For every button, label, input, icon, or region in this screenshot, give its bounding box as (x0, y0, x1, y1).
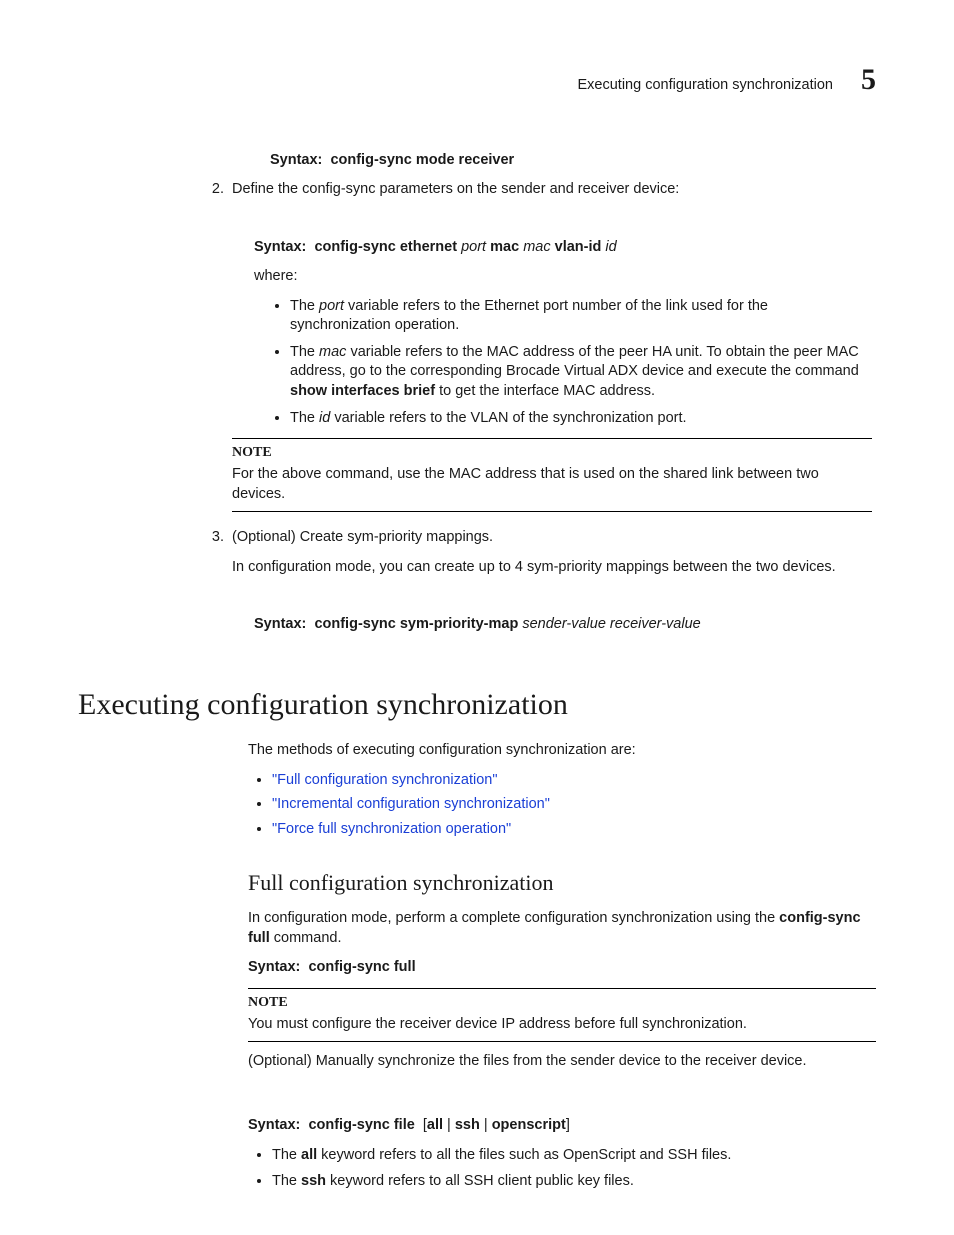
syntax-var: port (461, 239, 486, 255)
syntax-cmd: vlan-id (555, 239, 602, 255)
bullet-ssh: The ssh keyword refers to all SSH client… (272, 1172, 876, 1192)
text: The (290, 298, 319, 314)
full-sync-para: In configuration mode, perform a complet… (248, 909, 876, 948)
step-text: (Optional) Create sym-priority mappings. (232, 528, 872, 548)
text: variable refers to the Ethernet port num… (290, 298, 768, 334)
syntax-vars: sender-value receiver-value (522, 616, 700, 632)
text: The (272, 1147, 301, 1163)
section-body: The methods of executing configuration s… (248, 741, 876, 1191)
bullet-id: The id variable refers to the VLAN of th… (290, 409, 872, 429)
var-name: id (319, 410, 330, 426)
body-content: Syntax: config-sync mode receiver Define… (78, 151, 876, 635)
page: Executing configuration synchronization … (0, 0, 954, 1235)
text: The (290, 410, 319, 426)
list-item: "Full configuration synchronization" (272, 771, 876, 791)
keyword: ssh (301, 1173, 326, 1189)
text: The (290, 344, 319, 360)
command-name: show interfaces brief (290, 383, 435, 399)
link-force-full-sync[interactable]: "Force full synchronization operation" (272, 821, 511, 837)
text: variable refers to the MAC address of th… (290, 344, 859, 380)
bullet-port: The port variable refers to the Ethernet… (290, 297, 872, 336)
syntax-command: config-sync mode receiver (330, 152, 514, 168)
syntax-var: id (605, 239, 616, 255)
syntax-cmd: config-sync full (308, 959, 415, 975)
syntax-label: Syntax: (248, 959, 300, 975)
step-3: (Optional) Create sym-priority mappings.… (228, 528, 872, 635)
syntax-cmd: config-sync ethernet (314, 239, 457, 255)
optional-sync-text: (Optional) Manually synchronize the file… (248, 1052, 876, 1072)
where-bullets: The port variable refers to the Ethernet… (232, 297, 872, 428)
var-name: mac (319, 344, 346, 360)
subsection-heading: Full configuration synchronization (78, 868, 876, 898)
text: keyword refers to all SSH client public … (326, 1173, 634, 1189)
note-title: NOTE (248, 994, 876, 1013)
text: to get the interface MAC address. (435, 383, 655, 399)
step-text: In configuration mode, you can create up… (232, 558, 872, 578)
text: variable refers to the VLAN of the synch… (330, 410, 686, 426)
bullet-mac: The mac variable refers to the MAC addre… (290, 343, 872, 402)
link-full-sync[interactable]: "Full configuration synchronization" (272, 772, 498, 788)
running-header: Executing configuration synchronization … (78, 60, 876, 101)
syntax-label: Syntax: (254, 239, 306, 255)
step-2: Define the config-sync parameters on the… (228, 180, 872, 512)
var-name: port (319, 298, 344, 314)
text: keyword refers to all the files such as … (317, 1147, 731, 1163)
syntax-label: Syntax: (254, 616, 306, 632)
note-body: For the above command, use the MAC addre… (232, 465, 872, 504)
syntax-label: Syntax: (248, 1117, 300, 1133)
syntax-options: [all | ssh | openscript] (419, 1117, 570, 1133)
note-body: You must configure the receiver device I… (248, 1015, 876, 1035)
syntax-cmd: config-sync sym-priority-map (314, 616, 518, 632)
section-heading: Executing configuration synchronization (78, 685, 876, 726)
steps-list: Define the config-sync parameters on the… (248, 180, 872, 635)
note-title: NOTE (232, 444, 872, 463)
note-block: NOTE For the above command, use the MAC … (232, 438, 872, 512)
syntax-sym-priority: Syntax: config-sync sym-priority-map sen… (254, 615, 872, 635)
text: The (272, 1173, 301, 1189)
text: In configuration mode, perform a complet… (248, 910, 779, 926)
step-text: Define the config-sync parameters on the… (232, 180, 872, 200)
syntax-cmd: config-sync file (308, 1117, 414, 1133)
note-block: NOTE You must configure the receiver dev… (248, 988, 876, 1042)
syntax-ethernet: Syntax: config-sync ethernet port mac ma… (254, 238, 872, 258)
intro-text: The methods of executing configuration s… (248, 741, 876, 761)
keyword: all (301, 1147, 317, 1163)
chapter-number: 5 (861, 60, 876, 101)
link-incremental-sync[interactable]: "Incremental configuration synchronizati… (272, 796, 550, 812)
syntax-var: mac (523, 239, 550, 255)
syntax-file: Syntax: config-sync file [all | ssh | op… (248, 1116, 876, 1136)
list-item: "Force full synchronization operation" (272, 820, 876, 840)
text: command. (270, 930, 342, 946)
file-bullets: The all keyword refers to all the files … (248, 1146, 876, 1192)
syntax-receiver: Syntax: config-sync mode receiver (270, 151, 872, 171)
syntax-label: Syntax: (270, 152, 322, 168)
list-item: "Incremental configuration synchronizati… (272, 795, 876, 815)
syntax-cmd: mac (490, 239, 519, 255)
method-links-list: "Full configuration synchronization" "In… (248, 771, 876, 840)
bullet-all: The all keyword refers to all the files … (272, 1146, 876, 1166)
running-header-title: Executing configuration synchronization (577, 76, 833, 96)
syntax-full: Syntax: config-sync full (248, 958, 876, 978)
where-label: where: (254, 267, 872, 287)
